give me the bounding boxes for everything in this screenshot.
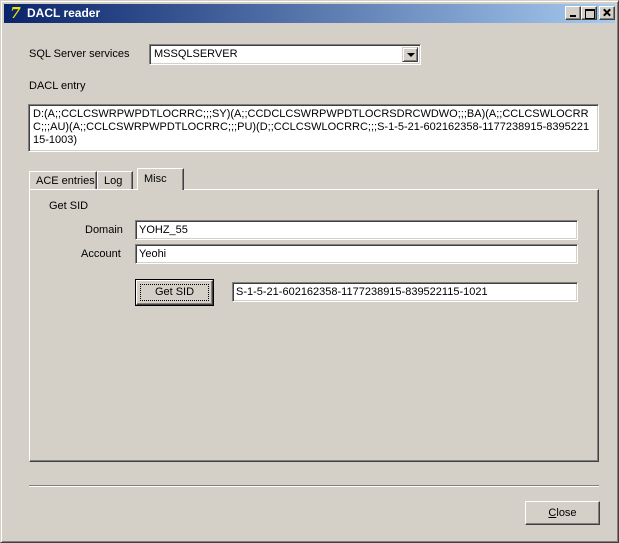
title-bar[interactable]: 7 DACL reader <box>4 4 615 23</box>
main-window: 7 DACL reader SQL Server services MSSQLS… <box>0 0 619 543</box>
tab-log[interactable]: Log <box>97 171 133 190</box>
sql-services-selected: MSSQLSERVER <box>154 48 238 60</box>
domain-label: Domain <box>85 224 123 236</box>
dacl-entry-text: D:(A;;CCLCSWRPWPDTLOCRRC;;;SY)(A;;CCDCLC… <box>33 108 590 146</box>
tab-ace-entries[interactable]: ACE entries <box>29 171 97 190</box>
dacl-entry-label: DACL entry <box>29 80 86 92</box>
sid-result-value: S-1-5-21-602162358-1177238915-839522115-… <box>236 286 488 298</box>
window-title: DACL reader <box>27 6 101 20</box>
get-sid-button-label: Get SID <box>154 286 195 298</box>
account-label: Account <box>81 248 121 260</box>
get-sid-group-label: Get SID <box>49 200 89 212</box>
tab-misc[interactable]: Misc <box>137 168 184 190</box>
sql-services-dropdown[interactable]: MSSQLSERVER <box>149 44 421 65</box>
close-button[interactable]: Close <box>525 501 600 525</box>
sql-services-label: SQL Server services <box>29 48 130 60</box>
domain-value: YOHZ_55 <box>139 224 188 236</box>
close-window-button[interactable] <box>599 6 615 20</box>
minimize-button[interactable] <box>565 6 581 20</box>
sid-result-field[interactable]: S-1-5-21-602162358-1177238915-839522115-… <box>232 282 578 302</box>
chevron-down-icon[interactable] <box>402 47 418 62</box>
domain-field[interactable]: YOHZ_55 <box>135 220 578 240</box>
dacl-entry-field[interactable]: D:(A;;CCLCSWRPWPDTLOCRRC;;;SY)(A;;CCDCLC… <box>28 104 599 152</box>
get-sid-button[interactable]: Get SID <box>135 279 214 306</box>
separator <box>29 485 599 487</box>
close-button-label: Close <box>548 507 577 519</box>
app-icon: 7 <box>10 4 21 22</box>
account-field[interactable]: Yeohi <box>135 244 578 264</box>
account-value: Yeohi <box>139 248 167 260</box>
maximize-button[interactable] <box>581 6 597 20</box>
